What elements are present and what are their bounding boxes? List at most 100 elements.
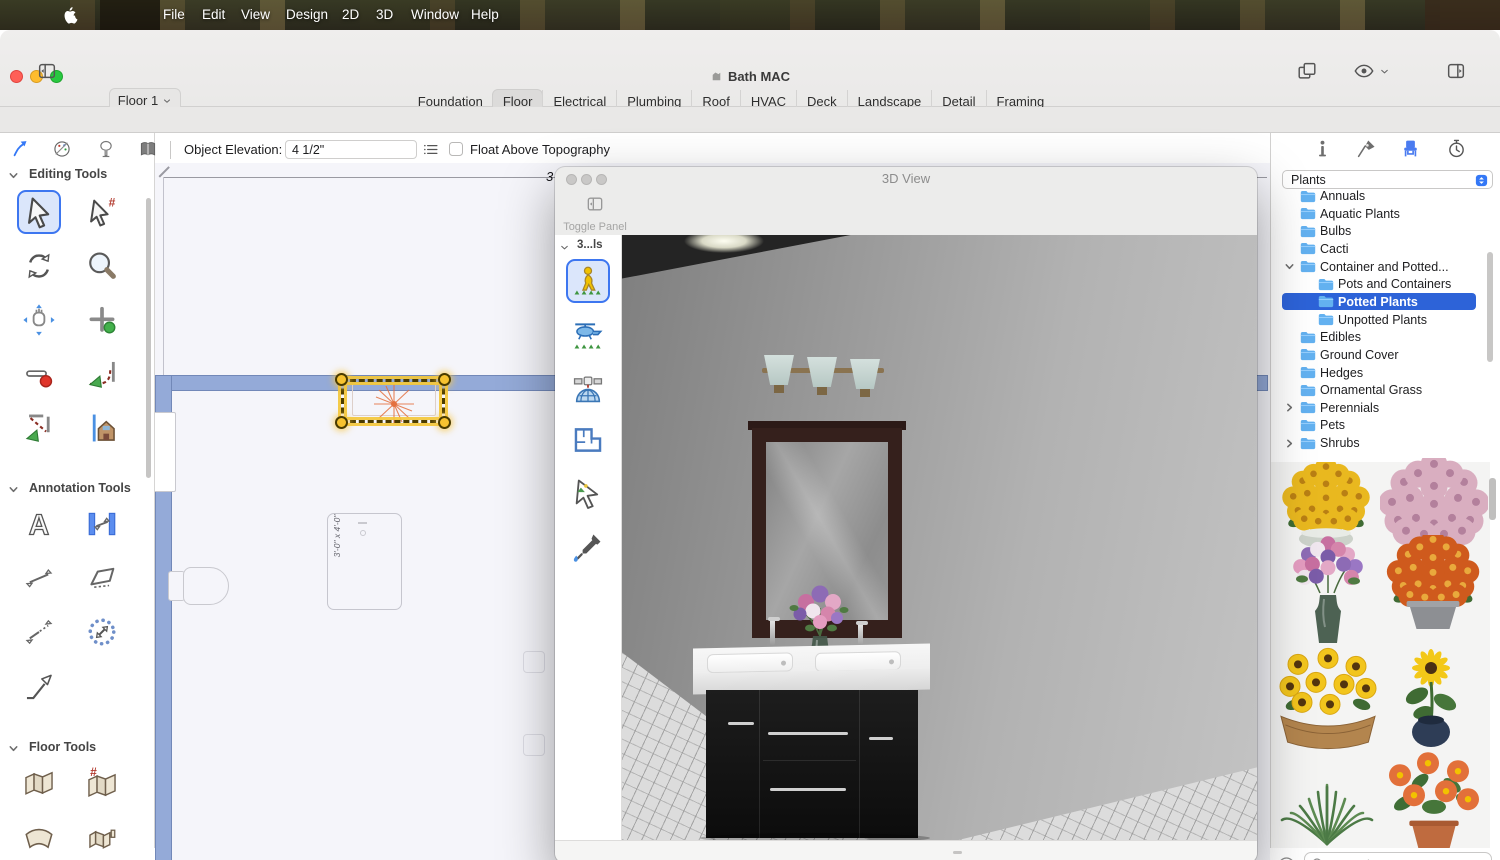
library-thumb-green-fern[interactable]: [1272, 775, 1382, 850]
3d-toggle-panel-icon[interactable]: [585, 194, 605, 214]
menu-3d[interactable]: 3D: [376, 0, 393, 30]
eyedropper-tool[interactable]: [566, 525, 610, 569]
2d-view-icon[interactable]: [1296, 60, 1318, 82]
plan-symbol[interactable]: [523, 651, 545, 673]
history-icon[interactable]: [1446, 138, 1467, 159]
curved-wall-tool[interactable]: [17, 816, 61, 860]
menu-help[interactable]: Help: [471, 0, 499, 30]
plan-symbol[interactable]: [523, 734, 545, 756]
selection-box[interactable]: [341, 379, 445, 423]
palette-icon[interactable]: [52, 139, 72, 159]
selection-handle[interactable]: [335, 416, 348, 429]
blue-arrow-mode-icon[interactable]: [10, 139, 30, 159]
chevron-down-icon[interactable]: [1284, 261, 1295, 272]
section-collapse-chevron[interactable]: [8, 743, 19, 754]
library-thumb-orange-hibiscus[interactable]: [1378, 752, 1490, 850]
break-line-tool[interactable]: [17, 352, 61, 396]
close-window-button[interactable]: [10, 70, 23, 83]
menu-view[interactable]: View: [241, 0, 270, 30]
tree-item-perennials[interactable]: Perennials: [1282, 399, 1482, 416]
library-category-select[interactable]: Plants: [1282, 170, 1493, 189]
pan-tool[interactable]: [17, 298, 61, 342]
library-search[interactable]: [1304, 852, 1492, 860]
walkthrough-tool[interactable]: [566, 259, 610, 303]
select-tool[interactable]: [17, 190, 61, 234]
tree-item-unpotted-plants[interactable]: Unpotted Plants: [1282, 311, 1482, 328]
object-elevation-input[interactable]: [285, 140, 417, 159]
wall-panels-tool[interactable]: [17, 762, 61, 806]
tree-item-cacti[interactable]: Cacti: [1282, 240, 1482, 257]
angular-dimension-tool[interactable]: [80, 556, 124, 600]
toggle-panel-left-icon[interactable]: [36, 60, 58, 82]
tree-item-hedges[interactable]: Hedges: [1282, 364, 1482, 381]
rotate-tool[interactable]: [17, 244, 61, 288]
select-similar-tool[interactable]: #: [80, 190, 124, 234]
leader-line-tool[interactable]: [17, 664, 61, 708]
tools-panel-scrollbar[interactable]: [146, 198, 151, 478]
select-stepper-icon[interactable]: [1474, 173, 1489, 188]
chamfer-lines-tool[interactable]: [17, 406, 61, 450]
3d-view-chevron-icon[interactable]: [1379, 66, 1390, 77]
3d-view-eye-icon[interactable]: [1352, 60, 1376, 82]
library-options-icon[interactable]: [1276, 855, 1297, 860]
library-thumb-sunflowers-basket[interactable]: [1272, 645, 1384, 753]
plan-overview-tool[interactable]: [566, 418, 610, 462]
selection-handle[interactable]: [438, 416, 451, 429]
chevron-right-icon[interactable]: [1284, 402, 1295, 413]
search-input[interactable]: [1331, 856, 1485, 860]
interior-dimension-tool[interactable]: [80, 502, 124, 546]
manual-dimension-tool[interactable]: [17, 556, 61, 600]
tree-item-shrubs[interactable]: Shrubs: [1282, 435, 1482, 452]
pen-icon[interactable]: [1356, 138, 1377, 159]
menu-edit[interactable]: Edit: [202, 0, 225, 30]
text-tool[interactable]: A: [17, 502, 61, 546]
menu-design[interactable]: Design: [286, 0, 328, 30]
apple-menu-icon[interactable]: [62, 6, 79, 24]
stepped-wall-tool[interactable]: [80, 816, 124, 860]
section-collapse-chevron[interactable]: [8, 170, 19, 181]
menu-file[interactable]: File: [163, 0, 185, 30]
selection-handle[interactable]: [335, 373, 348, 386]
book-icon[interactable]: [138, 139, 158, 159]
selection-handle[interactable]: [438, 373, 451, 386]
library-thumb-potted-sunflower[interactable]: [1390, 648, 1476, 752]
fillet-lines-tool[interactable]: [80, 352, 124, 396]
menu-2d[interactable]: 2D: [342, 0, 359, 30]
section-collapse-chevron[interactable]: [8, 484, 19, 495]
thumbnails-scrollbar[interactable]: [1489, 478, 1496, 520]
furnishings-icon[interactable]: [1400, 138, 1421, 159]
auto-dimension-tool[interactable]: [80, 610, 124, 654]
adjust-view-tool[interactable]: [566, 472, 610, 516]
tree-item-ornamental-grass[interactable]: Ornamental Grass: [1282, 382, 1482, 399]
place-point-tool[interactable]: [80, 298, 124, 342]
tree-item-container-and-potted-[interactable]: Container and Potted...: [1282, 258, 1482, 275]
info-icon[interactable]: [1312, 138, 1333, 159]
tree-item-potted-plants[interactable]: Potted Plants: [1282, 293, 1476, 310]
tree-item-pets[interactable]: Pets: [1282, 417, 1482, 434]
tree-item-pots-and-containers[interactable]: Pots and Containers: [1282, 276, 1482, 293]
library-thumb-orange-chrysanthemums[interactable]: [1378, 535, 1488, 635]
tree-icon[interactable]: [96, 139, 116, 159]
toilet-bowl[interactable]: [183, 567, 229, 605]
helicopter-view-tool[interactable]: [566, 313, 610, 357]
chevron-right-icon[interactable]: [1284, 438, 1295, 449]
elevation-list-icon[interactable]: [422, 141, 439, 158]
point-to-point-dimension-tool[interactable]: [17, 610, 61, 654]
tree-item-edibles[interactable]: Edibles: [1282, 329, 1482, 346]
reference-display-tool[interactable]: [80, 406, 124, 450]
tree-item-ground-cover[interactable]: Ground Cover: [1282, 346, 1482, 363]
tree-item-aquatic-plants[interactable]: Aquatic Plants: [1282, 205, 1482, 222]
satellite-view-tool[interactable]: [566, 366, 610, 410]
toggle-panel-right-icon[interactable]: [1445, 60, 1467, 82]
3d-view-window[interactable]: 3D View Toggle Panel Lighting3D Style3D …: [555, 167, 1257, 860]
zoom-tool[interactable]: [80, 244, 124, 288]
3d-viewport[interactable]: [622, 235, 1257, 840]
tree-item-bulbs[interactable]: Bulbs: [1282, 223, 1482, 240]
wall-panels-number-tool[interactable]: #: [80, 762, 124, 806]
tree-item-annuals[interactable]: Annuals: [1282, 188, 1482, 205]
library-thumb-mixed-bouquet-vase[interactable]: [1282, 535, 1374, 653]
float-above-topography-checkbox[interactable]: [449, 142, 463, 156]
tree-scrollbar[interactable]: [1487, 252, 1493, 362]
shower-door-opening[interactable]: [155, 412, 176, 492]
menu-window[interactable]: Window: [411, 0, 459, 30]
